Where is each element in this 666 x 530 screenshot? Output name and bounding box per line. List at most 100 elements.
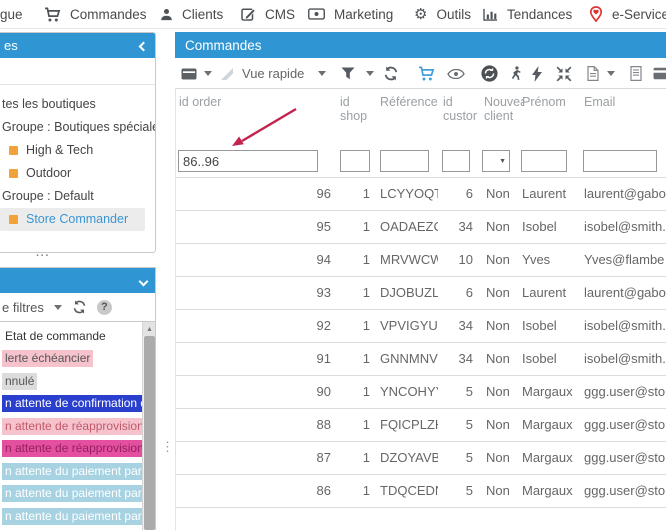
- refresh-icon[interactable]: [72, 300, 87, 314]
- filter-item[interactable]: n attente du paiement par c: [0, 460, 142, 483]
- pdf-file-icon: [587, 66, 599, 81]
- eye-button[interactable]: [447, 58, 465, 89]
- table-row[interactable]: 951OADAEZC34NonIsobelisobel@smith.: [176, 211, 666, 244]
- tree-item-high-tech[interactable]: High & Tech: [0, 139, 155, 162]
- sync-button[interactable]: [481, 58, 498, 89]
- orders-table: id order id shop Référence id customer N…: [175, 89, 666, 530]
- collapse-down-icon[interactable]: [140, 273, 147, 288]
- horizontal-splitter-grip[interactable]: ···: [36, 250, 50, 262]
- filter-item[interactable]: n attente de confirmation d: [0, 393, 142, 416]
- cell-reference: VPVIGYUL: [380, 310, 438, 342]
- id-customer-filter-input[interactable]: [442, 150, 470, 172]
- nav-item-tendances[interactable]: Tendances: [483, 0, 572, 28]
- cell-nouveau-client: Non: [486, 475, 526, 507]
- col-header-reference[interactable]: Référence: [380, 95, 450, 109]
- scroll-up-icon[interactable]: ▲: [143, 322, 156, 336]
- nouveau-client-filter-select[interactable]: ▼: [482, 150, 510, 172]
- help-icon[interactable]: ?: [97, 300, 112, 315]
- tree-item-group-default[interactable]: Groupe : Default: [0, 185, 155, 208]
- table-row[interactable]: 961LCYYOQT6NonLaurentlaurent@gabo: [176, 178, 666, 211]
- tree-item-group-speciales[interactable]: Groupe : Boutiques spéciales: [0, 116, 155, 139]
- quick-view-button[interactable]: Vue rapide: [242, 58, 304, 89]
- filter-item[interactable]: n attente de réapprovisionr: [0, 415, 142, 438]
- payment-card-button[interactable]: [653, 58, 666, 89]
- tree-item-outdoor[interactable]: Outdoor: [0, 162, 155, 185]
- cell-nouveau-client: Non: [486, 409, 526, 441]
- cell-id-customer: 34: [440, 211, 473, 243]
- table-row[interactable]: 941MRVWCW10NonYvesYves@flambe: [176, 244, 666, 277]
- vertical-splitter-grip[interactable]: ⋮: [161, 444, 174, 450]
- cell-id-shop: 1: [333, 343, 370, 375]
- display-mode-button[interactable]: [181, 58, 197, 89]
- cell-id-customer: 10: [440, 244, 473, 276]
- filter-item-label: Etat de commande: [2, 328, 109, 345]
- nav-item-cms[interactable]: CMS: [241, 0, 295, 28]
- cell-id-shop: 1: [333, 277, 370, 309]
- quick-view-caret[interactable]: [318, 58, 326, 89]
- filters-toolbar: e filtres ?: [0, 293, 155, 321]
- shop-icon: [9, 169, 18, 178]
- tree-item-store-commander[interactable]: Store Commander: [0, 208, 145, 231]
- table-row[interactable]: 881FQICPLZH5NonMargauxggg.user@sto: [176, 409, 666, 442]
- col-header-email[interactable]: Email: [584, 95, 634, 109]
- nav-item-clients[interactable]: Clients: [160, 0, 223, 28]
- filters-scrollbar[interactable]: ▲: [142, 322, 156, 530]
- ruler-button[interactable]: [220, 58, 234, 89]
- refresh-button[interactable]: [383, 58, 399, 89]
- pdf-export-button[interactable]: [587, 58, 599, 89]
- col-header-id-customer[interactable]: id customer: [443, 95, 477, 123]
- table-row[interactable]: 901YNCOHYY5NonMargauxggg.user@sto: [176, 376, 666, 409]
- cart-button[interactable]: [418, 58, 435, 89]
- nav-item-catalogue[interactable]: gue: [0, 0, 23, 28]
- nav-item-outils[interactable]: ⚙ Outils: [414, 0, 471, 28]
- filter-item[interactable]: nnulé: [0, 370, 142, 393]
- filter-item[interactable]: n attente de réapprovisionr: [0, 438, 142, 461]
- col-header-prenom[interactable]: Prénom: [522, 95, 577, 109]
- nav-label: gue: [0, 7, 23, 22]
- email-filter-input[interactable]: [583, 150, 657, 172]
- prenom-filter-input[interactable]: [521, 150, 567, 172]
- scrollbar-thumb[interactable]: [144, 336, 155, 530]
- chevron-down-icon[interactable]: [54, 305, 62, 310]
- actions-button[interactable]: [532, 58, 542, 89]
- cell-reference: YNCOHYY: [380, 376, 438, 408]
- nav-item-commandes[interactable]: Commandes: [44, 0, 147, 28]
- triangle-ruler-icon: [220, 67, 234, 81]
- display-mode-caret[interactable]: [204, 58, 212, 89]
- reference-filter-input[interactable]: [380, 150, 429, 172]
- filter-item[interactable]: n attente du paiement par v: [0, 505, 142, 528]
- cell-nouveau-client: Non: [486, 211, 526, 243]
- banknote-icon: [308, 8, 325, 20]
- filter-item[interactable]: Etat de commande: [0, 325, 142, 348]
- filter-item[interactable]: lerte échéancier: [0, 348, 142, 371]
- cell-reference: GNNMNVI: [380, 343, 438, 375]
- pdf-export-caret[interactable]: [607, 58, 615, 89]
- nav-item-marketing[interactable]: Marketing: [308, 0, 393, 28]
- invoice-button[interactable]: [630, 58, 642, 89]
- col-header-nouveau-client[interactable]: Nouveau client: [484, 95, 524, 123]
- table-row[interactable]: 911GNNMNVI34NonIsobelisobel@smith.: [176, 343, 666, 376]
- cell-email: isobel@smith.: [584, 310, 666, 342]
- collapse-left-icon[interactable]: [140, 38, 147, 53]
- cell-reference: TDQCEDN: [380, 475, 438, 507]
- compress-button[interactable]: [556, 58, 572, 89]
- id-shop-filter-input[interactable]: [340, 150, 370, 172]
- cell-nouveau-client: Non: [486, 178, 526, 210]
- filter-caret[interactable]: [366, 58, 374, 89]
- tree-item-all-shops[interactable]: tes les boutiques: [0, 93, 155, 116]
- table-row[interactable]: 871DZOYAVB5NonMargauxggg.user@sto: [176, 442, 666, 475]
- filter-item[interactable]: n attente du paiement par l: [0, 483, 142, 506]
- col-header-id-shop[interactable]: id shop: [340, 95, 370, 123]
- cell-id-shop: 1: [333, 442, 370, 474]
- filter-item-label: n attente de réapprovisionr: [2, 418, 142, 435]
- col-header-id-order[interactable]: id order: [179, 95, 239, 109]
- nav-item-eservice[interactable]: e-Service: [589, 0, 666, 28]
- orders-toolbar: Vue rapide: [175, 58, 666, 89]
- run-button[interactable]: [510, 58, 521, 89]
- table-row[interactable]: 861TDQCEDN5NonMargauxggg.user@sto: [176, 475, 666, 508]
- id-order-filter-input[interactable]: [178, 150, 318, 172]
- cell-id-shop: 1: [333, 178, 370, 210]
- filter-button[interactable]: [341, 58, 355, 89]
- table-row[interactable]: 931DJOBUZL6NonLaurentlaurent@gabo: [176, 277, 666, 310]
- table-row[interactable]: 921VPVIGYUL34NonIsobelisobel@smith.: [176, 310, 666, 343]
